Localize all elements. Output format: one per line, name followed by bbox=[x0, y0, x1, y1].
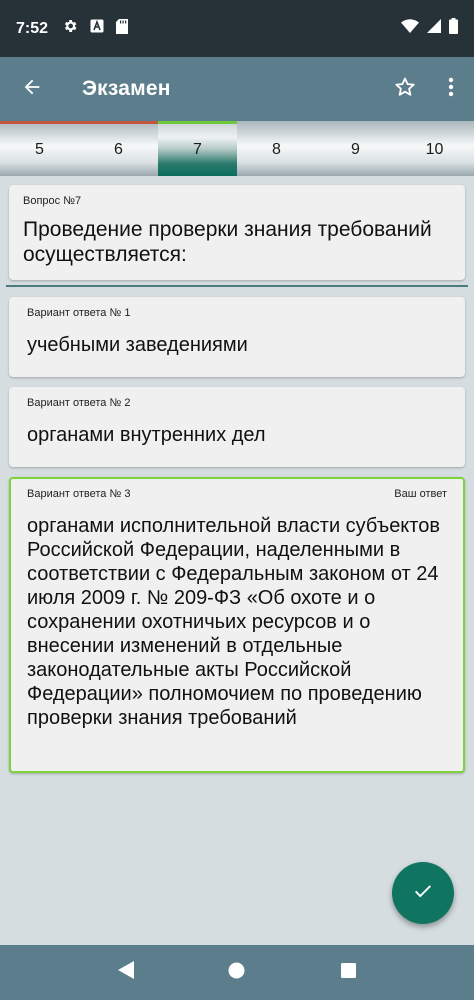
wifi-icon bbox=[401, 19, 419, 38]
tab-question-8[interactable]: 8 bbox=[237, 121, 316, 176]
nav-back-button[interactable] bbox=[106, 953, 146, 993]
question-number: Вопрос №7 bbox=[23, 195, 82, 207]
back-button[interactable] bbox=[0, 57, 64, 121]
favorite-button[interactable] bbox=[382, 57, 428, 121]
question-tabs: 5 6 7 8 9 10 bbox=[0, 121, 474, 176]
answer-option-1[interactable]: Вариант ответа № 1 учебными заведениями bbox=[9, 297, 465, 377]
check-icon bbox=[412, 880, 434, 907]
circle-home-icon bbox=[228, 962, 245, 984]
sd-card-icon bbox=[116, 18, 129, 39]
tab-question-9[interactable]: 9 bbox=[316, 121, 395, 176]
triangle-back-icon bbox=[117, 961, 134, 984]
answer-option-3[interactable]: Вариант ответа № 3 Ваш ответ органами ис… bbox=[9, 477, 465, 773]
tab-question-6[interactable]: 6 bbox=[79, 121, 158, 176]
answer-label: Вариант ответа № 2 bbox=[27, 397, 131, 409]
nav-home-button[interactable] bbox=[217, 953, 257, 993]
answer-text: учебными заведениями bbox=[27, 334, 248, 356]
question-text: Проведение проверки знания требований ос… bbox=[23, 218, 432, 266]
status-bar: 7:52 bbox=[0, 0, 474, 57]
answer-text: органами исполнительной власти субъектов… bbox=[27, 515, 440, 729]
your-answer-badge: Ваш ответ bbox=[394, 488, 447, 500]
app-bar: Экзамен bbox=[0, 57, 474, 121]
square-recents-icon bbox=[340, 962, 356, 983]
tab-question-7[interactable]: 7 bbox=[158, 121, 237, 176]
more-options-button[interactable] bbox=[428, 57, 474, 121]
navigation-bar bbox=[0, 945, 474, 1000]
star-outline-icon bbox=[393, 75, 417, 104]
gear-icon bbox=[62, 18, 78, 39]
answer-option-2[interactable]: Вариант ответа № 2 органами внутренних д… bbox=[9, 387, 465, 467]
answer-label: Вариант ответа № 3 bbox=[27, 488, 131, 500]
battery-icon bbox=[449, 18, 458, 39]
system-icons bbox=[401, 18, 458, 39]
page-title: Экзамен bbox=[82, 77, 171, 100]
tab-question-5[interactable]: 5 bbox=[0, 121, 79, 176]
arrow-left-icon bbox=[21, 76, 43, 103]
more-vertical-icon bbox=[448, 77, 454, 102]
answer-label: Вариант ответа № 1 bbox=[27, 307, 131, 319]
nav-recents-button[interactable] bbox=[328, 953, 368, 993]
tab-question-10[interactable]: 10 bbox=[395, 121, 474, 176]
question-card: Вопрос №7 Проведение проверки знания тре… bbox=[9, 185, 465, 280]
signal-icon bbox=[427, 19, 441, 38]
confirm-fab[interactable] bbox=[392, 862, 454, 924]
answer-text: органами внутренних дел bbox=[27, 424, 266, 446]
app-a-icon bbox=[90, 19, 104, 38]
status-time: 7:52 bbox=[16, 19, 49, 37]
notification-icons bbox=[62, 18, 129, 39]
divider bbox=[6, 285, 468, 287]
